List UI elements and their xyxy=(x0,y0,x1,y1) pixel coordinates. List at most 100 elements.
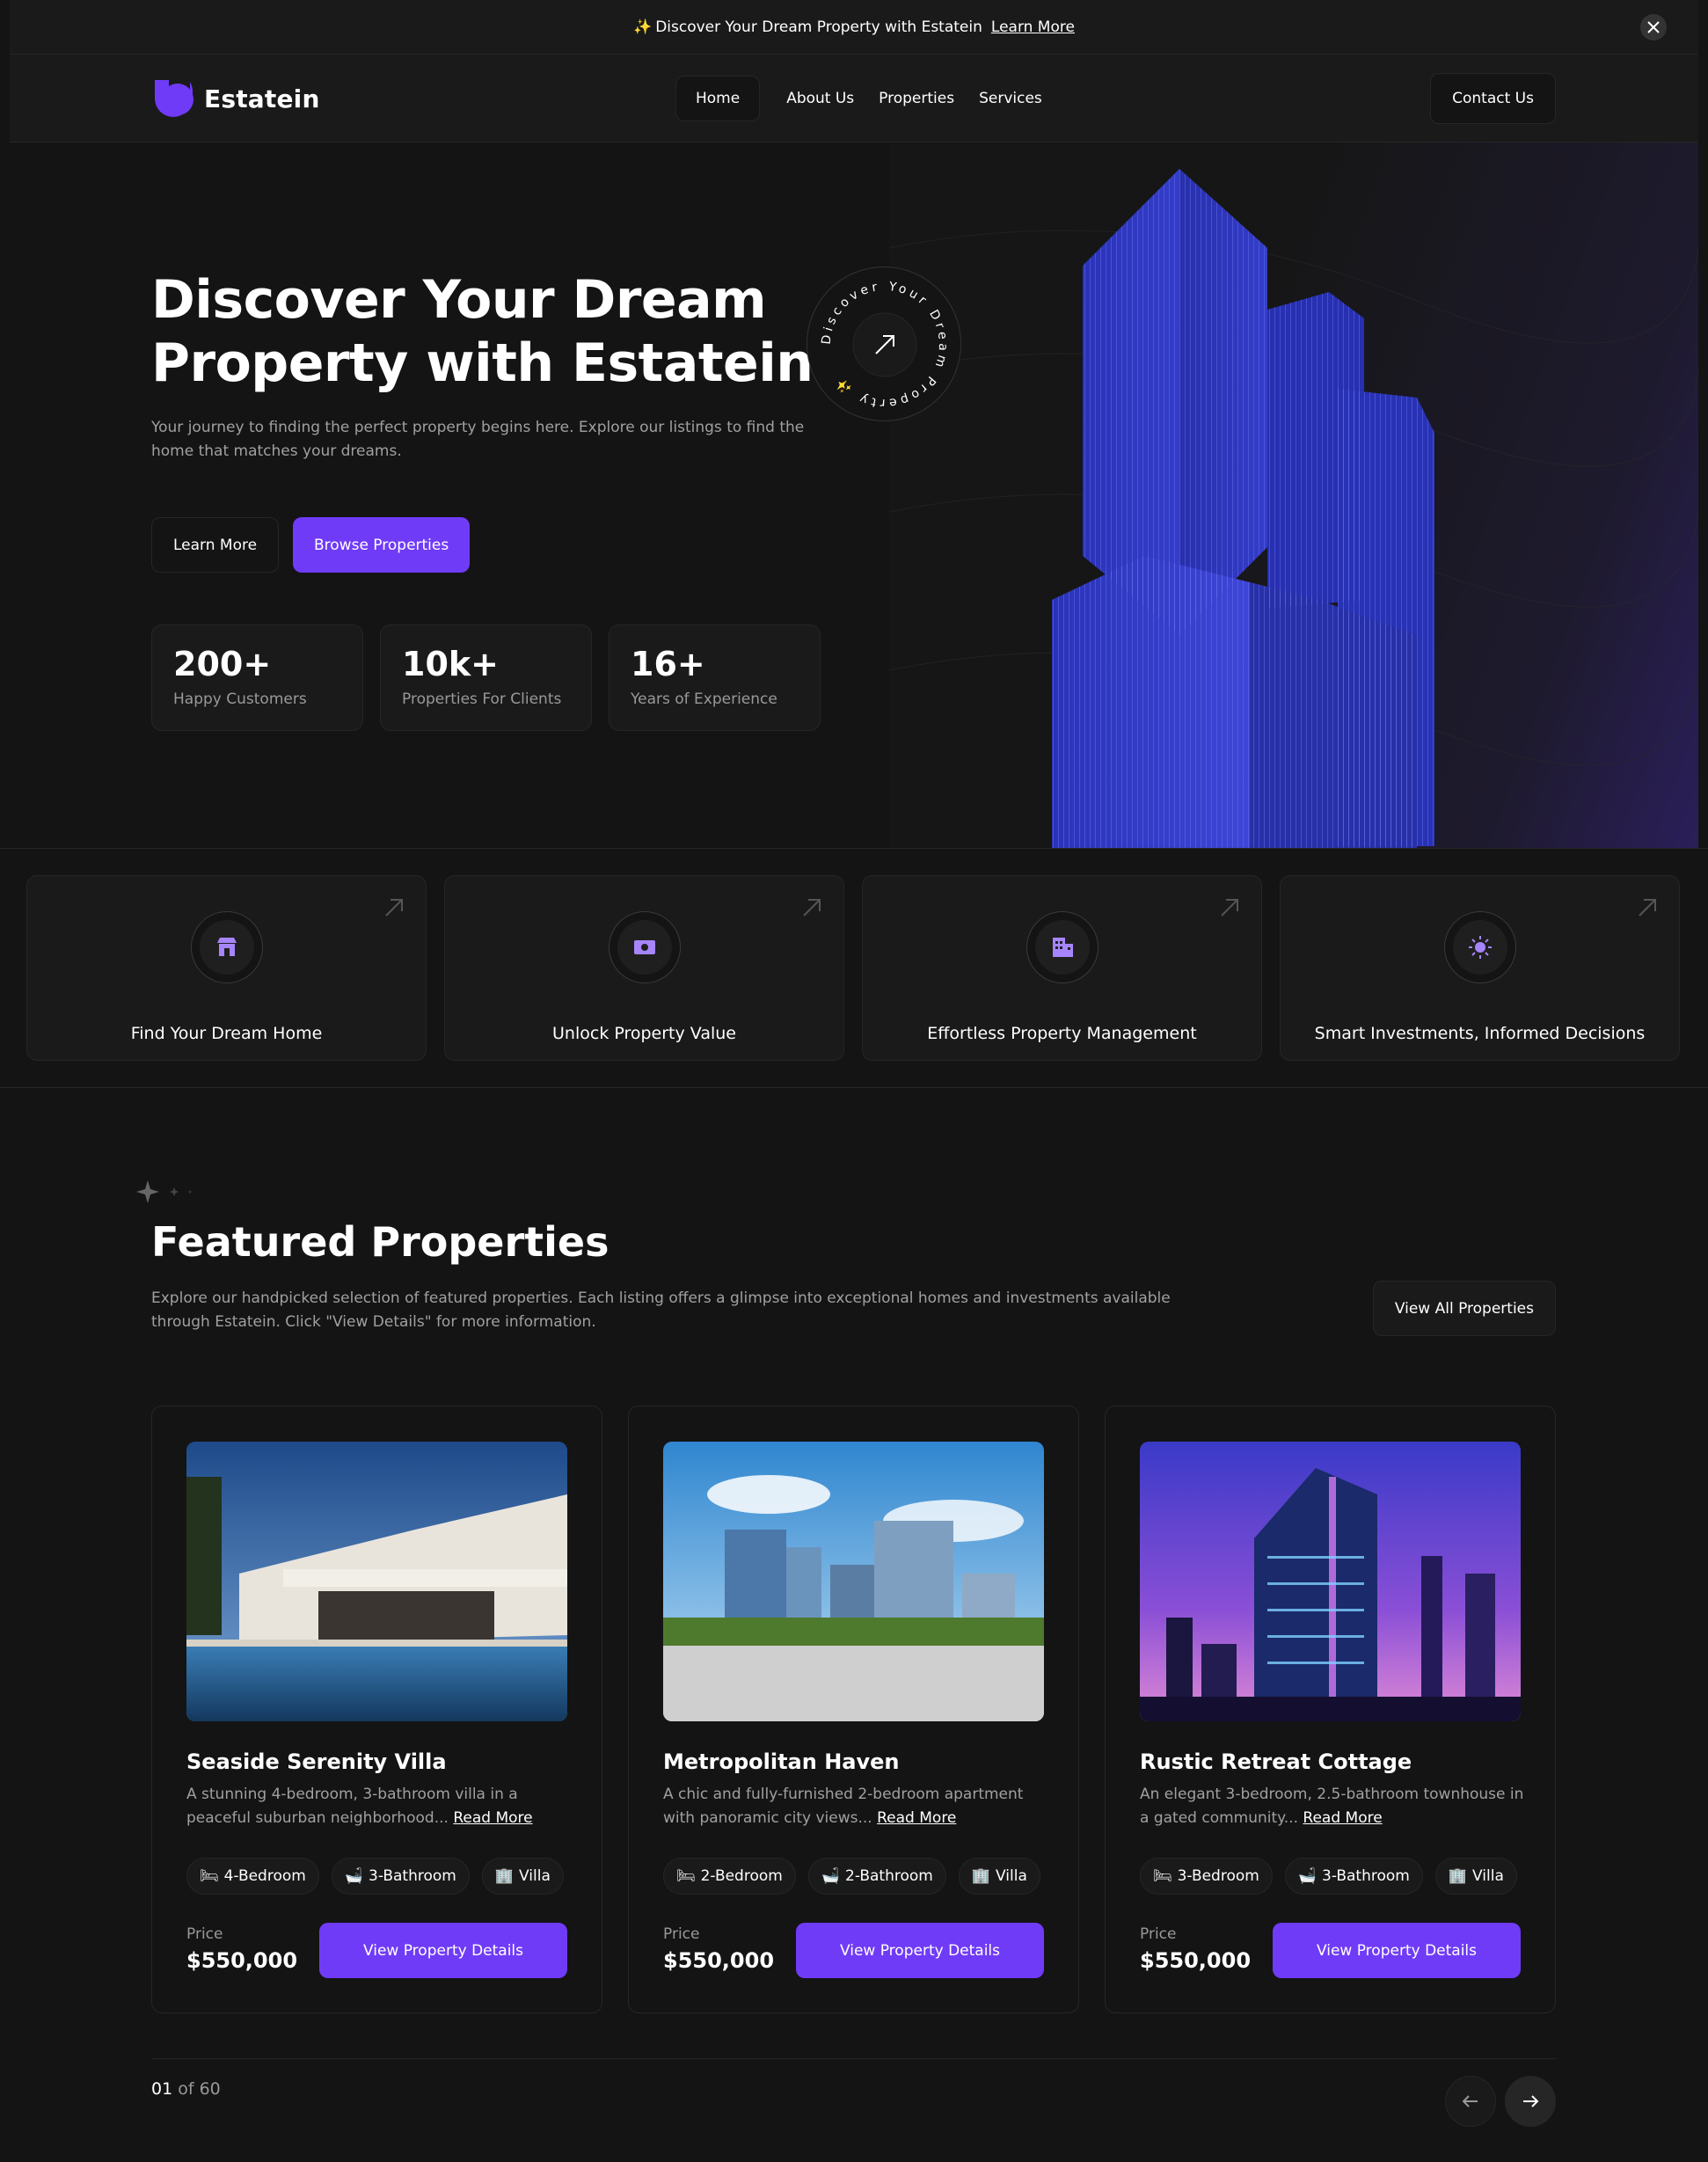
property-card: Rustic Retreat Cottage An elegant 3-bedr… xyxy=(1105,1406,1556,2013)
feature-icon-inner xyxy=(617,920,672,975)
read-more-link[interactable]: Read More xyxy=(877,1809,956,1827)
tag-label: Villa xyxy=(519,1867,551,1885)
tag-bedrooms: 🛏 3-Bedroom xyxy=(1140,1858,1273,1895)
tag-label: Villa xyxy=(1472,1867,1504,1885)
property-name: Rustic Retreat Cottage xyxy=(1140,1749,1412,1774)
tag-label: 2-Bedroom xyxy=(700,1867,783,1885)
tag-type: 🏢 Villa xyxy=(481,1858,564,1895)
view-property-details-button[interactable]: View Property Details xyxy=(1273,1923,1521,1978)
property-name: Metropolitan Haven xyxy=(663,1749,900,1774)
close-icon xyxy=(1647,21,1660,33)
brand-logo[interactable]: Estatein xyxy=(151,77,320,121)
price-label: Price xyxy=(663,1925,700,1943)
property-price: $550,000 xyxy=(1140,1948,1252,1973)
arrow-left-icon xyxy=(1462,2095,1478,2107)
feature-label: Unlock Property Value xyxy=(552,1024,736,1043)
property-card: Seaside Serenity Villa A stunning 4-bedr… xyxy=(151,1406,602,2013)
tag-type: 🏢 Villa xyxy=(958,1858,1040,1895)
arrow-up-right-icon xyxy=(385,899,403,917)
property-image[interactable] xyxy=(663,1442,1044,1721)
hero-subtitle: Your journey to finding the perfect prop… xyxy=(151,419,805,460)
tag-label: Villa xyxy=(996,1867,1027,1885)
featured-title: Featured Properties xyxy=(151,1218,609,1266)
discover-badge[interactable]: Discover Your Dream Property ✨ xyxy=(807,267,961,421)
main-menu: Home About Us Properties Services xyxy=(675,76,1055,121)
stat-label: Happy Customers xyxy=(173,690,307,708)
stat-label: Properties For Clients xyxy=(402,690,562,708)
nav-home[interactable]: Home xyxy=(675,76,761,121)
feature-card-property-value[interactable]: Unlock Property Value xyxy=(444,875,844,1061)
banner-learn-more-link[interactable]: Learn More xyxy=(991,18,1075,36)
home-icon xyxy=(216,938,237,956)
nav-properties[interactable]: Properties xyxy=(866,76,967,121)
read-more-link[interactable]: Read More xyxy=(453,1809,532,1827)
arrow-right-icon xyxy=(1523,2095,1539,2107)
stat-experience: 16+ Years of Experience xyxy=(609,624,821,731)
bed-icon: 🛏 xyxy=(676,1867,696,1885)
browse-properties-button[interactable]: Browse Properties xyxy=(293,517,471,573)
page: ✨ Discover Your Dream Property with Esta… xyxy=(0,0,1708,2162)
tag-bathrooms: 🛁 3-Bathroom xyxy=(1284,1858,1423,1895)
property-price: $550,000 xyxy=(663,1948,775,1973)
stat-number: 16+ xyxy=(631,645,705,683)
read-more-link[interactable]: Read More xyxy=(1303,1809,1382,1827)
view-all-properties-button[interactable]: View All Properties xyxy=(1372,1281,1556,1336)
feature-icon-wrap xyxy=(1026,911,1099,983)
arrow-up-right-icon xyxy=(803,899,821,917)
bath-icon: 🛁 xyxy=(1297,1867,1317,1885)
hero-title-line1: Discover Your Dream xyxy=(151,269,767,331)
tag-label: 2-Bathroom xyxy=(845,1867,933,1885)
feature-card-dream-home[interactable]: Find Your Dream Home xyxy=(26,875,427,1061)
stat-number: 10k+ xyxy=(402,645,499,683)
tag-label: 3-Bedroom xyxy=(1177,1867,1259,1885)
view-property-details-button[interactable]: View Property Details xyxy=(796,1923,1044,1978)
property-tags: 🛏 2-Bedroom 🛁 2-Bathroom 🏢 Villa xyxy=(663,1858,1040,1895)
feature-card-management[interactable]: Effortless Property Management xyxy=(862,875,1262,1061)
building-icon xyxy=(1052,938,1073,957)
building-icon: 🏢 xyxy=(971,1867,991,1885)
sparkle-stars-icon xyxy=(136,1180,192,1203)
property-price: $550,000 xyxy=(186,1948,298,1973)
property-name: Seaside Serenity Villa xyxy=(186,1749,447,1774)
next-button[interactable] xyxy=(1505,2076,1556,2127)
feature-card-investments[interactable]: Smart Investments, Informed Decisions xyxy=(1280,875,1680,1061)
building-illustration xyxy=(889,169,1698,848)
nav-about[interactable]: About Us xyxy=(774,76,866,121)
feature-icon-inner xyxy=(199,920,254,975)
bath-icon: 🛁 xyxy=(344,1867,363,1885)
stat-customers: 200+ Happy Customers xyxy=(151,624,363,731)
property-description: An elegant 3-bedroom, 2.5-bathroom townh… xyxy=(1140,1783,1527,1830)
tag-label: 4-Bedroom xyxy=(223,1867,306,1885)
hero-left xyxy=(10,142,889,848)
tag-label: 3-Bathroom xyxy=(1322,1867,1410,1885)
tag-type: 🏢 Villa xyxy=(1434,1858,1517,1895)
feature-icon-wrap xyxy=(608,911,681,983)
pager-current: 01 xyxy=(151,2079,173,2099)
price-label: Price xyxy=(1140,1925,1177,1943)
prev-button[interactable] xyxy=(1445,2076,1496,2127)
property-tags: 🛏 3-Bedroom 🛁 3-Bathroom 🏢 Villa xyxy=(1140,1858,1517,1895)
contact-us-button[interactable]: Contact Us xyxy=(1430,73,1556,124)
navbar: Estatein Home About Us Properties Servic… xyxy=(10,55,1698,142)
property-card: Metropolitan Haven A chic and fully-furn… xyxy=(628,1406,1079,2013)
banner-text: Discover Your Dream Property with Estate… xyxy=(655,18,982,36)
price-label: Price xyxy=(186,1925,223,1943)
property-image[interactable] xyxy=(1140,1442,1521,1721)
nav-services[interactable]: Services xyxy=(967,76,1055,121)
pager-total: of 60 xyxy=(172,2079,221,2099)
feature-icon-inner xyxy=(1034,920,1090,975)
feature-icon-inner xyxy=(1452,920,1507,975)
tag-bedrooms: 🛏 4-Bedroom xyxy=(186,1858,319,1895)
sun-icon xyxy=(1468,936,1492,959)
learn-more-button[interactable]: Learn More xyxy=(151,517,280,573)
building-icon: 🏢 xyxy=(1448,1867,1468,1885)
property-description: A stunning 4-bedroom, 3-bathroom villa i… xyxy=(186,1783,573,1830)
property-image[interactable] xyxy=(186,1442,567,1721)
money-icon xyxy=(633,940,655,954)
property-desc-text: A chic and fully-furnished 2-bedroom apa… xyxy=(663,1786,1024,1827)
view-property-details-button[interactable]: View Property Details xyxy=(319,1923,567,1978)
stat-number: 200+ xyxy=(173,645,272,683)
banner-close-button[interactable] xyxy=(1640,14,1667,40)
hero-title: Discover Your Dream Property with Estate… xyxy=(151,268,855,395)
estatein-logo-icon xyxy=(155,80,193,117)
